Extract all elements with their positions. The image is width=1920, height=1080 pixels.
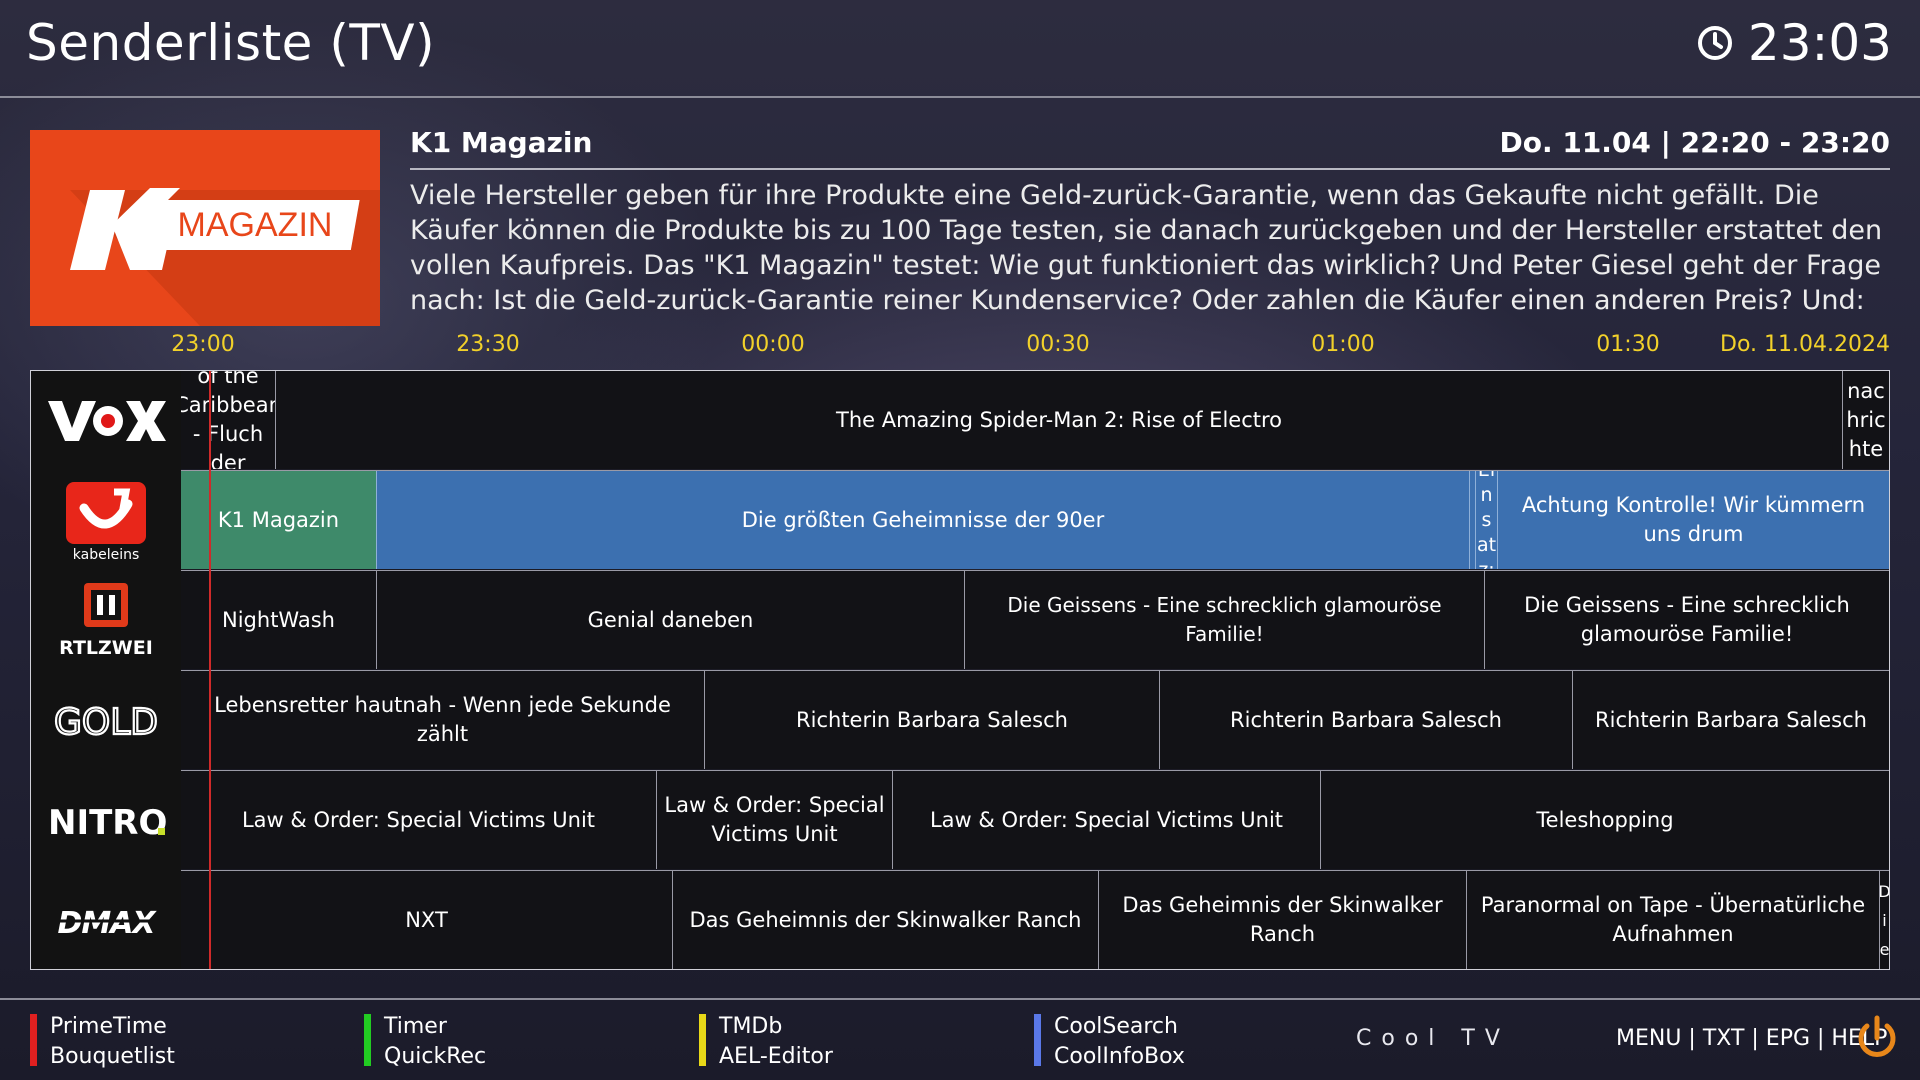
svg-text:DMAX: DMAX (57, 906, 157, 941)
program-cell[interactable]: Achtung Kontrolle! Wir kümmern uns drum (1498, 471, 1889, 569)
channel-row-dmax: NXT Das Geheimnis der Skinwalker Ranch D… (181, 871, 1889, 971)
program-cell[interactable]: Richterin Barbara Salesch (705, 671, 1160, 769)
blue-label-2: CoolInfoBox (1054, 1044, 1185, 1069)
current-time-indicator (209, 371, 211, 969)
event-time: Do. 11.04 | 22:20 - 23:20 (1499, 126, 1890, 159)
timeline-tick: 01:30 (1596, 332, 1660, 357)
blue-button-group[interactable]: CoolSearch CoolInfoBox (1034, 1012, 1185, 1069)
event-title: K1 Magazin (410, 126, 593, 159)
blue-label-1: CoolSearch (1054, 1014, 1178, 1039)
program-cell[interactable]: Das Geheimnis der Skinwalker Ranch (673, 871, 1099, 969)
channel-row-vox: of the Caribbean - Fluch der The Amazing… (181, 371, 1889, 471)
program-cell[interactable]: Genial daneben (377, 571, 965, 669)
timeline-date: Do. 11.04.2024 (1720, 332, 1890, 357)
timeline-tick: 23:00 (171, 332, 235, 357)
program-cell[interactable]: nachrichte (1843, 371, 1889, 469)
svg-text:kabeleins: kabeleins (73, 547, 140, 562)
timeline-tick: 00:00 (741, 332, 805, 357)
power-icon (1852, 1012, 1902, 1066)
program-cell[interactable]: Die größten Geheimnisse der 90er (377, 471, 1470, 569)
program-cell[interactable]: of the Caribbean - Fluch der (181, 371, 276, 469)
vox-logo[interactable] (31, 371, 181, 471)
footer-divider (0, 998, 1920, 1000)
program-cell[interactable]: Law & Order: Special Victims Unit (181, 771, 657, 869)
program-cell[interactable]: Die (1880, 871, 1889, 969)
red-label-1: PrimeTime (50, 1014, 167, 1039)
channel-row-rtlzwei: NightWash Genial daneben Die Geissens - … (181, 571, 1889, 671)
green-key-icon (364, 1014, 371, 1066)
blue-key-icon (1034, 1014, 1041, 1066)
header-divider (0, 96, 1920, 98)
channel-logo-column: kabeleins RTLZWEI GOLD NITRO DMAX (31, 371, 181, 969)
program-cell[interactable]: Teleshopping (1321, 771, 1889, 869)
svg-text:NITRO: NITRO (48, 803, 167, 843)
channel-row-nitro: Law & Order: Special Victims Unit Law & … (181, 771, 1889, 871)
kabeleins-logo[interactable]: kabeleins (31, 471, 181, 571)
page-title: Senderliste (TV) (26, 14, 436, 72)
program-cell[interactable]: Paranormal on Tape - Übernatürliche Aufn… (1467, 871, 1880, 969)
yellow-key-icon (699, 1014, 706, 1066)
program-cell[interactable]: Law & Order: Special Victims Unit (657, 771, 893, 869)
program-cell[interactable]: Lebensretter hautnah - Wenn jede Sekunde… (181, 671, 705, 769)
skin-name: Cool TV (1356, 1026, 1510, 1051)
timeline-tick: 00:30 (1026, 332, 1090, 357)
clock-time: 23:03 (1747, 14, 1892, 72)
epg-grid: kabeleins RTLZWEI GOLD NITRO DMAX of the… (30, 370, 1890, 970)
program-cell[interactable]: The Amazing Spider-Man 2: Rise of Electr… (276, 371, 1843, 469)
green-button-group[interactable]: Timer QuickRec (364, 1012, 486, 1069)
yellow-label-2: AEL-Editor (719, 1044, 833, 1069)
green-label-1: Timer (384, 1014, 447, 1039)
program-cell[interactable]: Law & Order: Special Victims Unit (893, 771, 1321, 869)
red-label-2: Bouquetlist (50, 1044, 175, 1069)
green-label-2: QuickRec (384, 1044, 487, 1069)
program-cell[interactable]: Einsatz: (1476, 471, 1498, 569)
svg-text:RTLZWEI: RTLZWEI (59, 637, 153, 659)
key-hints: MENU | TXT | EPG | HELP (1616, 1026, 1888, 1051)
gold-logo[interactable]: GOLD (31, 671, 181, 771)
timeline: 23:00 23:30 00:00 00:30 01:00 01:30 Do. … (0, 332, 1920, 366)
red-button-group[interactable]: PrimeTime Bouquetlist (30, 1012, 175, 1069)
channel-row-kabeleins: K1 Magazin Die größten Geheimnisse der 9… (181, 471, 1889, 571)
event-picture: MAGAZIN (30, 130, 380, 326)
logo-text: MAGAZIN (178, 206, 333, 244)
program-cell[interactable]: Das Geheimnis der Skinwalker Ranch (1099, 871, 1467, 969)
program-cell[interactable]: NXT (181, 871, 673, 969)
timeline-tick: 23:30 (456, 332, 520, 357)
red-key-icon (30, 1014, 37, 1066)
svg-text:GOLD: GOLD (54, 702, 158, 743)
event-divider (410, 168, 1890, 170)
channel-row-gold: Lebensretter hautnah - Wenn jede Sekunde… (181, 671, 1889, 771)
nitro-logo[interactable]: NITRO (31, 771, 181, 871)
yellow-label-1: TMDb (719, 1014, 783, 1039)
program-cell[interactable]: Richterin Barbara Salesch (1160, 671, 1573, 769)
dmax-logo[interactable]: DMAX (31, 871, 181, 971)
clock-icon (1697, 26, 1732, 60)
program-cell[interactable]: Richterin Barbara Salesch (1573, 671, 1889, 769)
yellow-button-group[interactable]: TMDb AEL-Editor (699, 1012, 833, 1069)
program-cell[interactable]: Die Geissens - Eine schrecklich glamourö… (1485, 571, 1889, 669)
clock: 23:03 (1696, 14, 1892, 72)
rtlzwei-logo[interactable]: RTLZWEI (31, 571, 181, 671)
event-description: Viele Hersteller geben für ihre Produkte… (410, 180, 1883, 316)
program-cell[interactable]: Die Geissens - Eine schrecklich glamourö… (965, 571, 1485, 669)
timeline-tick: 01:00 (1311, 332, 1375, 357)
